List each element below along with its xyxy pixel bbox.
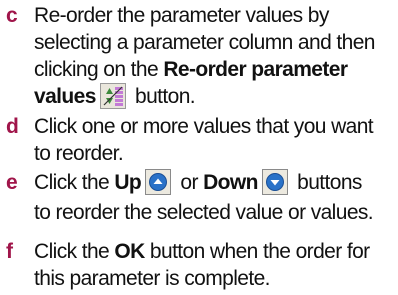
step-c-line-3-text: clicking on the (34, 58, 164, 81)
step-e-text: Click the Up or Down buttons to reorder … (34, 169, 374, 226)
step-e-line-1-or: or (175, 171, 204, 194)
step-e: e Click the Up or Down buttons to reorde… (0, 169, 398, 229)
step-marker-f: f (6, 240, 13, 263)
reorder-parameter-values-icon (99, 83, 126, 109)
ok-label: OK (114, 240, 145, 263)
step-c-line-1: Re-order the parameter values by (34, 4, 329, 27)
step-d-line-2: to reorder. (34, 142, 124, 165)
step-c-line-4-text: button. (129, 85, 196, 108)
step-e-line-1: Click the Up or Down buttons (34, 169, 373, 199)
down-arrow-button-icon (261, 169, 288, 195)
down-label: Down (203, 171, 258, 194)
step-c-line-4: values button. (34, 83, 375, 110)
reorder-parameter-label: Re-order parameter (163, 58, 348, 81)
step-f-line-1: Click the OK button when the order for (34, 238, 370, 265)
step-marker-e: e (6, 171, 18, 194)
step-e-line-1-text: Click the (34, 171, 115, 194)
step-c: c Re-order the parameter values by selec… (0, 2, 398, 112)
step-c-line-3: clicking on the Re-order parameter (34, 56, 375, 83)
step-c-line-2: selecting a parameter column and then (34, 31, 375, 54)
step-f-line-1-post: button when the order for (144, 240, 370, 263)
step-f-line-1-text: Click the (34, 240, 115, 263)
instruction-steps: c Re-order the parameter values by selec… (0, 0, 398, 295)
step-marker-d: d (6, 115, 19, 138)
step-marker-c: c (6, 4, 18, 27)
up-arrow-button-icon (145, 169, 172, 195)
step-e-line-1-post: buttons (291, 171, 362, 194)
step-d-line-1: Click one or more values that you want (34, 115, 374, 138)
values-label: values (34, 85, 96, 108)
step-f: f Click the OK button when the order for… (0, 238, 398, 294)
up-label: Up (114, 171, 142, 194)
step-c-text: Re-order the parameter values by selecti… (34, 2, 375, 110)
step-f-line-2: this parameter is complete. (34, 267, 271, 290)
step-d: d Click one or more values that you want… (0, 113, 398, 169)
step-e-line-2: to reorder the selected value or values. (34, 201, 374, 224)
step-d-text: Click one or more values that you want t… (34, 113, 374, 167)
step-f-text: Click the OK button when the order for t… (34, 238, 370, 292)
